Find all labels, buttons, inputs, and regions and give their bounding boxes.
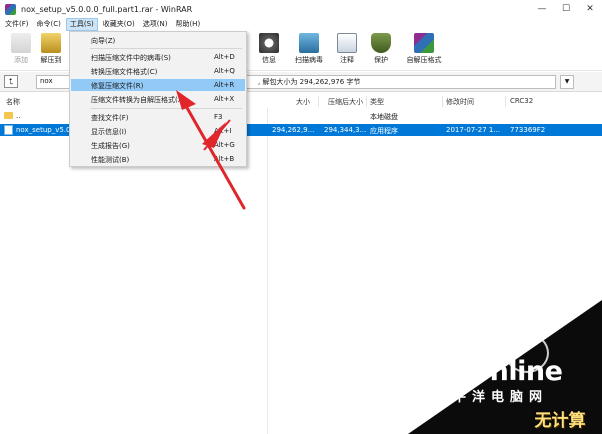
watermark-logo: PConline [433,356,563,387]
screenshot: nox_setup_v5.0.0.0_full.part1.rar - WinR… [0,0,602,434]
watermark-badge: 无计算 [518,402,602,434]
watermark-badge-text: 无计算 [534,410,586,431]
